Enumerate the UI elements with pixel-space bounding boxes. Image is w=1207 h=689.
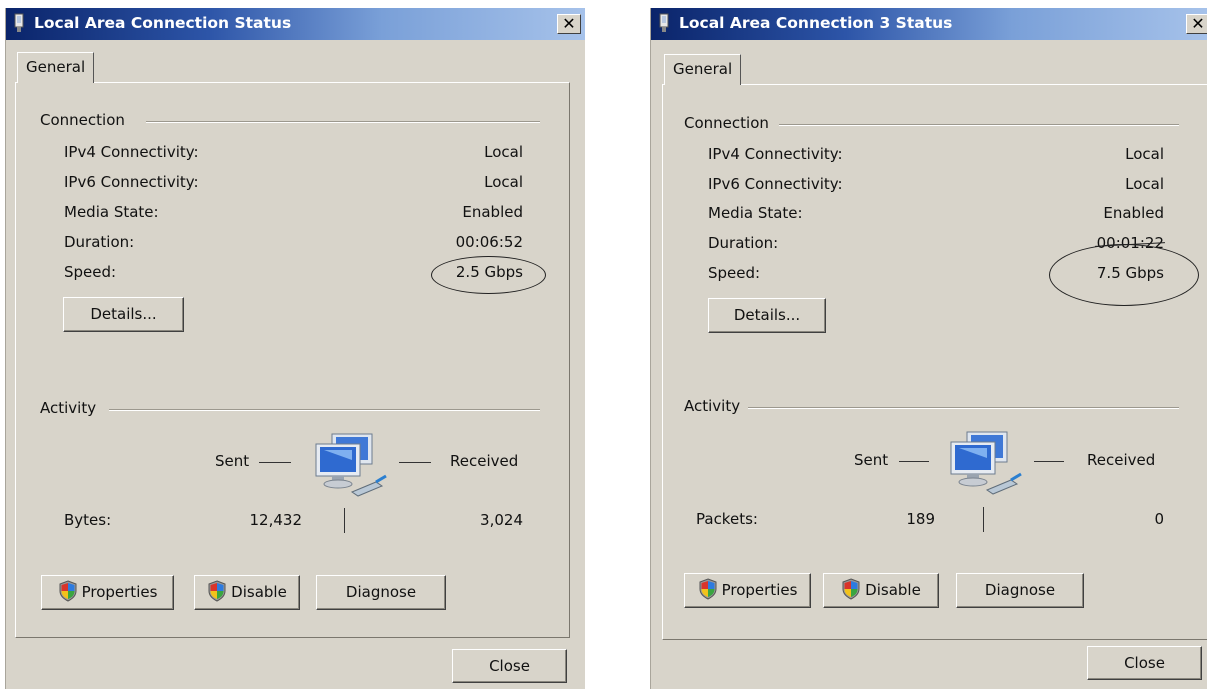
network-computers-icon bbox=[950, 431, 1022, 495]
received-label: Received bbox=[450, 452, 519, 470]
properties-button[interactable]: Properties bbox=[41, 575, 174, 610]
duration-label: Duration: bbox=[64, 233, 135, 251]
status-dialog-2: Local Area Connection 3 Status ✕ General… bbox=[650, 8, 1207, 689]
tab-general[interactable]: General bbox=[664, 54, 742, 85]
close-window-button[interactable]: ✕ bbox=[1186, 14, 1207, 34]
disable-label: Disable bbox=[865, 581, 921, 599]
tab-general[interactable]: General bbox=[17, 52, 95, 83]
speed-label: Speed: bbox=[64, 263, 117, 281]
details-button[interactable]: Details... bbox=[708, 298, 826, 333]
close-icon: ✕ bbox=[562, 14, 576, 33]
uac-shield-icon bbox=[59, 580, 77, 602]
bytes-sent-value: 12,432 bbox=[249, 511, 303, 529]
packets-received-value: 0 bbox=[1154, 510, 1164, 528]
ipv4-label: IPv4 Connectivity: bbox=[708, 145, 843, 163]
uac-shield-icon bbox=[208, 580, 226, 602]
packets-sent-value: 189 bbox=[906, 510, 935, 528]
window-title: Local Area Connection Status bbox=[34, 14, 292, 32]
media-state-value: Enabled bbox=[462, 203, 523, 221]
activity-separator bbox=[983, 507, 984, 532]
speed-highlight-ellipse bbox=[431, 256, 546, 294]
general-panel bbox=[662, 84, 1207, 640]
received-dash bbox=[399, 462, 431, 463]
window-title: Local Area Connection 3 Status bbox=[679, 14, 953, 32]
network-adapter-icon bbox=[659, 13, 669, 32]
activity-divider bbox=[747, 407, 1179, 409]
connection-heading: Connection bbox=[684, 114, 777, 132]
connection-divider bbox=[146, 121, 540, 123]
close-button[interactable]: Close bbox=[452, 649, 567, 683]
activity-heading: Activity bbox=[684, 397, 749, 415]
properties-label: Properties bbox=[721, 581, 798, 599]
media-state-value: Enabled bbox=[1103, 204, 1164, 222]
activity-divider bbox=[109, 409, 540, 411]
general-panel bbox=[15, 82, 570, 638]
diagnose-button[interactable]: Diagnose bbox=[316, 575, 446, 610]
ipv6-value: Local bbox=[484, 173, 523, 191]
ipv4-value: Local bbox=[1125, 145, 1164, 163]
sent-label: Sent bbox=[854, 451, 889, 469]
network-computers-icon bbox=[315, 433, 387, 497]
ipv6-label: IPv6 Connectivity: bbox=[708, 175, 843, 193]
close-icon: ✕ bbox=[1191, 14, 1205, 33]
uac-shield-icon bbox=[699, 578, 717, 600]
diagnose-button[interactable]: Diagnose bbox=[956, 573, 1084, 608]
ipv4-label: IPv4 Connectivity: bbox=[64, 143, 199, 161]
properties-label: Properties bbox=[81, 583, 158, 601]
ipv6-value: Local bbox=[1125, 175, 1164, 193]
disable-button[interactable]: Disable bbox=[823, 573, 939, 608]
media-state-label: Media State: bbox=[64, 203, 159, 221]
uac-shield-icon bbox=[842, 578, 860, 600]
connection-divider bbox=[779, 124, 1179, 126]
properties-button[interactable]: Properties bbox=[684, 573, 811, 608]
disable-button[interactable]: Disable bbox=[194, 575, 300, 610]
close-window-button[interactable]: ✕ bbox=[557, 14, 581, 34]
activity-separator bbox=[344, 508, 345, 533]
sent-label: Sent bbox=[215, 452, 250, 470]
speed-label: Speed: bbox=[708, 264, 761, 282]
network-adapter-icon bbox=[14, 13, 24, 32]
close-button[interactable]: Close bbox=[1087, 646, 1202, 680]
disable-label: Disable bbox=[231, 583, 287, 601]
received-label: Received bbox=[1087, 451, 1156, 469]
title-bar[interactable]: Local Area Connection Status ✕ bbox=[6, 8, 585, 40]
media-state-label: Media State: bbox=[708, 204, 803, 222]
duration-value: 00:06:52 bbox=[455, 233, 523, 251]
activity-heading: Activity bbox=[40, 399, 105, 417]
duration-label: Duration: bbox=[708, 234, 779, 252]
connection-heading: Connection bbox=[40, 111, 133, 129]
bytes-received-value: 3,024 bbox=[480, 511, 523, 529]
received-dash bbox=[1034, 461, 1064, 462]
bytes-label: Bytes: bbox=[64, 511, 112, 529]
sent-dash bbox=[899, 461, 929, 462]
ipv4-value: Local bbox=[484, 143, 523, 161]
sent-dash bbox=[259, 462, 291, 463]
title-bar[interactable]: Local Area Connection 3 Status ✕ bbox=[651, 8, 1207, 40]
packets-label: Packets: bbox=[696, 510, 758, 528]
ipv6-label: IPv6 Connectivity: bbox=[64, 173, 199, 191]
speed-highlight-ellipse bbox=[1049, 244, 1199, 306]
status-dialog-1: Local Area Connection Status ✕ General C… bbox=[5, 8, 585, 689]
details-button[interactable]: Details... bbox=[63, 297, 184, 332]
